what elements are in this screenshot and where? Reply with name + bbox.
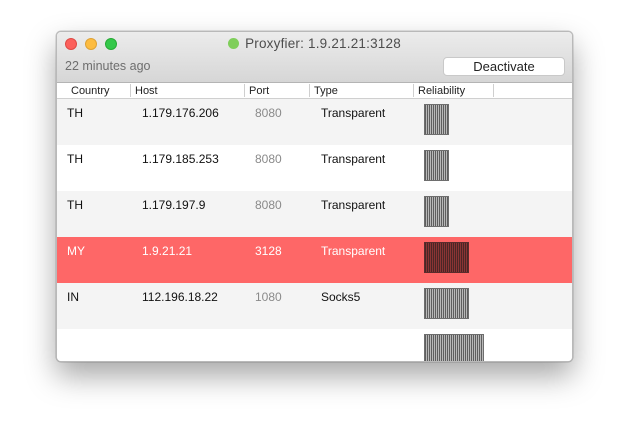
port-cell: 3128 (255, 244, 282, 258)
table-row-selected[interactable]: MY 1.9.21.21 3128 Transparent (57, 237, 572, 283)
host-cell: 1.179.185.253 (142, 152, 219, 166)
titlebar: Proxyfier: 1.9.21.21:3128 22 minutes ago… (57, 32, 572, 83)
table-header: Country Host Port Type Reliability (57, 83, 572, 99)
column-header-host[interactable]: Host (131, 84, 245, 98)
host-cell: 1.9.21.21 (142, 244, 193, 258)
type-cell: Transparent (321, 198, 386, 212)
host-cell: 1.179.197.9 (142, 198, 206, 212)
table-row-partial[interactable] (57, 329, 572, 361)
reliability-bar (424, 288, 469, 319)
type-cell: Transparent (321, 106, 386, 120)
port-cell: 1080 (255, 290, 282, 304)
type-cell: Socks5 (321, 290, 361, 304)
table-row[interactable]: TH 1.179.197.9 8080 Transparent (57, 191, 572, 237)
reliability-bar (424, 104, 449, 135)
table-row[interactable]: TH 1.179.176.206 8080 Transparent (57, 99, 572, 145)
reliability-bar (424, 150, 449, 181)
column-header-country[interactable]: Country (67, 84, 131, 98)
country-cell: TH (67, 198, 83, 212)
type-cell: Transparent (321, 244, 386, 258)
proxy-table: TH 1.179.176.206 8080 Transparent TH 1.1… (57, 99, 572, 361)
reliability-bar (424, 334, 484, 361)
column-header-type[interactable]: Type (310, 84, 414, 98)
window-title-container: Proxyfier: 1.9.21.21:3128 (57, 36, 572, 51)
reliability-bar (424, 196, 449, 227)
host-cell: 112.196.18.22 (142, 290, 218, 304)
table-row[interactable]: IN 112.196.18.22 1080 Socks5 (57, 283, 572, 329)
country-cell: IN (67, 290, 79, 304)
reliability-bar (424, 242, 469, 273)
proxyfier-window: Proxyfier: 1.9.21.21:3128 22 minutes ago… (56, 31, 573, 362)
table-row[interactable]: TH 1.179.185.253 8080 Transparent (57, 145, 572, 191)
country-cell: TH (67, 152, 83, 166)
type-cell: Transparent (321, 152, 386, 166)
deactivate-button[interactable]: Deactivate (443, 57, 565, 76)
column-header-reliability[interactable]: Reliability (414, 84, 494, 98)
port-cell: 8080 (255, 198, 282, 212)
status-dot-icon (228, 38, 240, 49)
host-cell: 1.179.176.206 (142, 106, 219, 120)
port-cell: 8080 (255, 152, 282, 166)
window-title: Proxyfier: 1.9.21.21:3128 (245, 36, 401, 51)
country-cell: TH (67, 106, 83, 120)
column-header-port[interactable]: Port (245, 84, 310, 98)
port-cell: 8080 (255, 106, 282, 120)
country-cell: MY (67, 244, 85, 258)
last-updated-text: 22 minutes ago (65, 59, 151, 73)
